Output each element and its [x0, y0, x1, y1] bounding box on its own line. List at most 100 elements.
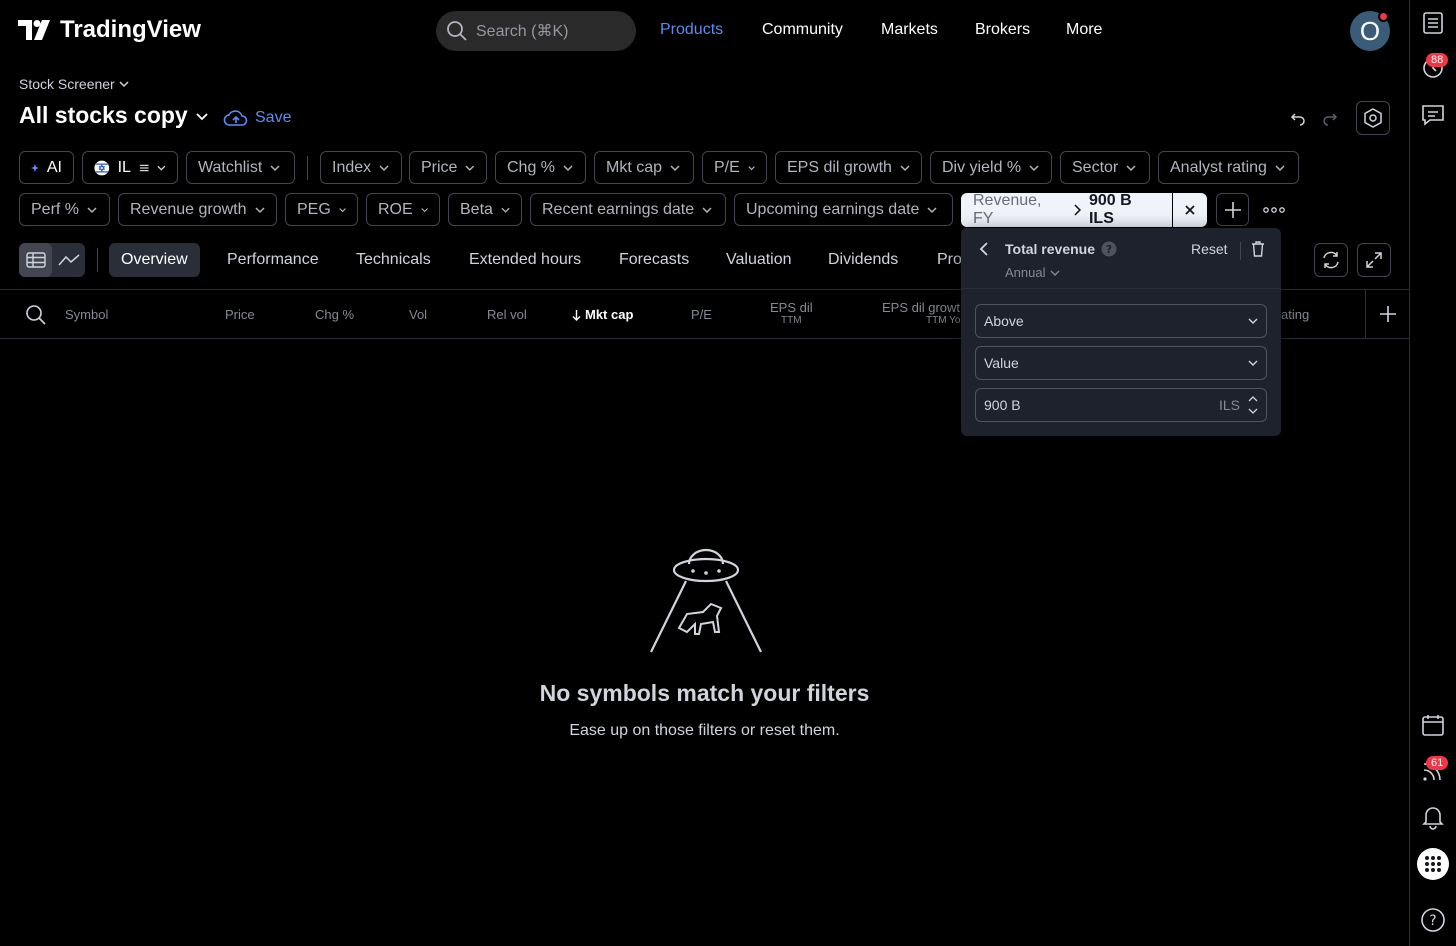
screen-title[interactable]: All stocks copy [19, 102, 208, 129]
filter-pe[interactable]: P/E [702, 151, 767, 184]
tab-performance[interactable]: Performance [227, 251, 319, 269]
col-eps-dil[interactable]: EPS dil TTM [770, 300, 813, 326]
chat-icon[interactable] [1419, 101, 1447, 129]
col-chg[interactable]: Chg % [315, 307, 354, 322]
nav-markets[interactable]: Markets [881, 21, 938, 39]
tab-extended-hours[interactable]: Extended hours [469, 251, 581, 269]
active-filter-revenue[interactable]: Revenue, FY 900 B ILS [961, 192, 1172, 227]
table-view-button[interactable] [19, 243, 52, 277]
filter-recent-earnings[interactable]: Recent earnings date [530, 193, 726, 226]
line-chart-icon [57, 254, 79, 266]
logo-text: TradingView [60, 16, 201, 43]
chevron-down-icon [927, 206, 937, 213]
chevron-down-icon [702, 206, 712, 213]
ai-label: AI [46, 158, 62, 176]
chevron-down-icon [501, 207, 510, 213]
reset-button[interactable]: Reset [1191, 241, 1228, 257]
more-horizontal-icon [1263, 207, 1285, 213]
nav-brokers[interactable]: Brokers [975, 21, 1030, 39]
table-search-button[interactable] [25, 304, 47, 326]
filter-upcoming-earnings[interactable]: Upcoming earnings date [734, 193, 953, 226]
col-pe[interactable]: P/E [691, 307, 712, 322]
filter-index[interactable]: Index [320, 151, 402, 184]
active-filter-value: 900 B ILS [1088, 192, 1132, 227]
col-vol[interactable]: Vol [409, 307, 427, 322]
search-box[interactable]: Search (⌘K) [436, 11, 636, 51]
filter-perf[interactable]: Perf % [19, 193, 110, 226]
condition-select[interactable]: Above [975, 304, 1267, 338]
mode-select[interactable]: Value [975, 346, 1267, 380]
filter-mktcap[interactable]: Mkt cap [594, 151, 694, 184]
add-column-button[interactable] [1365, 290, 1409, 338]
filter-roe[interactable]: ROE [366, 193, 440, 226]
filter-chg[interactable]: Chg % [495, 151, 586, 184]
nav-products[interactable]: Products [660, 21, 723, 39]
col-price[interactable]: Price [225, 307, 255, 322]
apps-grid-icon[interactable] [1417, 848, 1449, 880]
market-filter[interactable]: IL [82, 151, 178, 184]
nav-community[interactable]: Community [762, 21, 843, 39]
ufo-icon [650, 548, 762, 653]
gear-icon [1364, 108, 1382, 128]
back-button[interactable] [979, 242, 989, 256]
col-relvol[interactable]: Rel vol [487, 307, 527, 322]
tab-forecasts[interactable]: Forecasts [619, 251, 689, 269]
ufo-cow-illustration [649, 548, 763, 654]
ai-filter-button[interactable]: AI [19, 151, 74, 184]
tab-valuation[interactable]: Valuation [726, 251, 792, 269]
nav-more[interactable]: More [1066, 21, 1102, 39]
screener-settings-button[interactable] [1356, 101, 1390, 135]
filter-watchlist[interactable]: Watchlist [186, 151, 295, 184]
filter-revenue-growth[interactable]: Revenue growth [118, 193, 277, 226]
search-icon [447, 21, 467, 41]
period-selector[interactable]: Annual [1005, 265, 1060, 280]
watchlist-icon[interactable] [1419, 9, 1447, 37]
filter-peg[interactable]: PEG [285, 193, 358, 226]
add-filter-button[interactable] [1216, 193, 1249, 226]
stepper-icon[interactable] [1248, 394, 1258, 416]
calendar-icon[interactable] [1419, 711, 1447, 739]
breadcrumb[interactable]: Stock Screener [19, 76, 129, 92]
col-analyst-rating[interactable]: ating [1281, 307, 1309, 322]
feed-badge: 61 [1426, 753, 1449, 771]
col-symbol[interactable]: Symbol [65, 307, 108, 322]
amount-input[interactable]: 900 B ILS [975, 388, 1267, 422]
filter-analyst-rating[interactable]: Analyst rating [1158, 151, 1299, 184]
popup-divider [961, 288, 1281, 289]
table-icon [25, 252, 46, 268]
help-icon[interactable]: ? [1101, 241, 1117, 257]
currency-label: ILS [1218, 397, 1240, 413]
undo-button[interactable] [1288, 109, 1306, 127]
filter-sector[interactable]: Sector [1060, 151, 1150, 184]
filter-price[interactable]: Price [409, 151, 487, 184]
filter-beta[interactable]: Beta [448, 193, 522, 226]
tradingview-logo[interactable]: TradingView [18, 16, 201, 44]
chevron-down-icon [1248, 318, 1258, 324]
active-filter-name: Revenue, FY [973, 192, 1042, 227]
tab-dividends[interactable]: Dividends [828, 251, 898, 269]
remove-filter-button[interactable] [1173, 193, 1207, 227]
col-eps-growth[interactable]: EPS dil growt TTM Yo [882, 300, 962, 326]
bell-icon[interactable] [1419, 803, 1447, 831]
sort-desc-icon [572, 309, 581, 321]
tab-technicals[interactable]: Technicals [356, 251, 431, 269]
col-mktcap[interactable]: Mkt cap [572, 307, 633, 322]
tab-profitability[interactable]: Pro [937, 251, 962, 269]
chevron-down-icon [1126, 164, 1136, 171]
redo-button[interactable] [1322, 109, 1340, 127]
fullscreen-button[interactable] [1357, 243, 1391, 277]
help-icon[interactable]: ? [1419, 906, 1447, 934]
chevron-down-icon [1248, 360, 1258, 366]
delete-filter-button[interactable] [1251, 241, 1265, 257]
chevron-down-icon [1275, 164, 1285, 171]
save-button[interactable]: Save [223, 108, 291, 128]
chevron-left-icon [979, 242, 988, 256]
filter-div-yield[interactable]: Div yield % [930, 151, 1052, 184]
redo-icon [1323, 113, 1338, 126]
refresh-button[interactable] [1314, 243, 1348, 277]
tab-overview[interactable]: Overview [109, 243, 200, 277]
filter-eps-growth[interactable]: EPS dil growth [775, 151, 922, 184]
more-filters-button[interactable] [1263, 203, 1285, 217]
close-icon [1185, 205, 1195, 215]
chart-view-button[interactable] [52, 243, 85, 277]
